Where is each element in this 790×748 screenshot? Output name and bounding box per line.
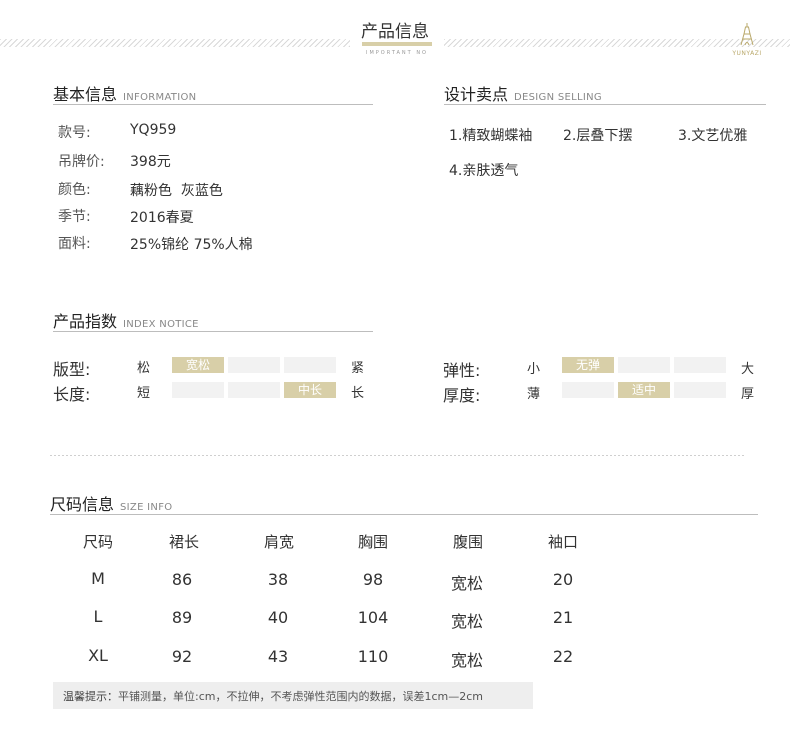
size-header-waist: 腹围 — [452, 533, 483, 551]
scale-length-seg-3: 中长 — [284, 382, 336, 398]
table-cell: 98 — [362, 570, 384, 589]
scale-thickness-seg-1 — [562, 382, 614, 398]
scale-elasticity-seg-2 — [618, 357, 670, 373]
size-header-bust: 胸围 — [357, 533, 388, 551]
selling-point-2: 2.层叠下摆 — [563, 128, 633, 144]
design-selling-title: 设计卖点 — [444, 85, 509, 104]
size-info-title: 尺码信息 — [50, 495, 115, 514]
table-cell: 20 — [552, 570, 574, 589]
scale-fit-label: 版型: — [53, 360, 91, 379]
info-value-style: YQ959 — [130, 122, 177, 138]
page-subtitle: IMPORTANT NO — [366, 50, 428, 56]
page-title: 产品信息 — [361, 22, 429, 42]
table-cell: L — [93, 607, 103, 626]
scale-length-seg-1 — [172, 382, 224, 398]
scale-elasticity-seg-1: 无弹 — [562, 357, 614, 373]
design-selling-rule — [444, 104, 766, 105]
scale-thickness-seg-3 — [674, 382, 726, 398]
basic-info-heading: 基本信息 INFORMATION — [53, 81, 196, 105]
brand-logo: YUNYAZI — [730, 22, 764, 57]
scale-elasticity-low: 小 — [527, 362, 541, 377]
size-info-rule — [50, 514, 758, 515]
table-cell: M — [91, 569, 105, 588]
table-cell: XL — [88, 646, 108, 665]
info-label-style: 款号: — [58, 125, 91, 141]
selling-point-1: 1.精致蝴蝶袖 — [449, 128, 533, 144]
scale-fit-high: 紧 — [351, 361, 365, 376]
index-notice-rule — [53, 331, 373, 332]
info-label-price: 吊牌价: — [58, 154, 105, 170]
size-info-title-en: SIZE INFO — [120, 502, 173, 513]
scale-thickness-high: 厚 — [741, 387, 755, 402]
size-header-size: 尺码 — [82, 533, 113, 551]
info-label-color: 颜色: — [58, 182, 91, 198]
measurement-note-label: 温馨提示： — [63, 690, 118, 703]
table-cell: 104 — [357, 608, 389, 627]
table-cell: 宽松 — [450, 612, 483, 631]
size-info-heading: 尺码信息 SIZE INFO — [50, 491, 172, 515]
basic-info-title-en: INFORMATION — [123, 92, 197, 103]
scale-length-seg-2 — [228, 382, 280, 398]
scale-length-low: 短 — [137, 386, 151, 401]
table-cell: 21 — [552, 608, 574, 627]
scale-length-label: 长度: — [53, 385, 91, 404]
scale-elasticity-high: 大 — [741, 362, 755, 377]
info-value-season: 2016春夏 — [130, 210, 194, 226]
table-cell: 40 — [267, 608, 289, 627]
size-header-shoulder: 肩宽 — [263, 533, 294, 551]
table-cell: 86 — [171, 570, 193, 589]
table-cell: 92 — [171, 647, 193, 666]
info-value-price: 398元 — [130, 154, 171, 170]
table-cell: 110 — [357, 647, 389, 666]
table-cell: 38 — [267, 570, 289, 589]
selling-point-4: 4.亲肤透气 — [449, 163, 519, 179]
section-divider — [50, 455, 746, 456]
info-value-fabric: 25%锦纶 75%人棉 — [130, 237, 253, 253]
basic-info-rule — [53, 104, 373, 105]
scale-thickness-low: 薄 — [527, 387, 541, 402]
info-label-fabric: 面料: — [58, 236, 91, 252]
size-header-cuff: 袖口 — [547, 533, 578, 551]
scale-fit-low: 松 — [137, 361, 151, 376]
size-header-length: 裙长 — [168, 533, 199, 551]
basic-info-title: 基本信息 — [53, 85, 118, 104]
table-cell: 宽松 — [450, 574, 483, 593]
table-cell: 22 — [552, 647, 574, 666]
scale-fit-seg-1: 宽松 — [172, 357, 224, 373]
scale-length-high: 长 — [351, 386, 365, 401]
eiffel-tower-icon — [740, 23, 754, 46]
measurement-note-text: 平铺测量，单位:cm，不拉伸，不考虑弹性范围内的数据，误差1cm—2cm — [118, 690, 483, 703]
table-cell: 89 — [171, 608, 193, 627]
index-notice-title-en: INDEX NOTICE — [123, 319, 199, 330]
scale-thickness-seg-2: 适中 — [618, 382, 670, 398]
design-selling-heading: 设计卖点 DESIGN SELLING — [444, 81, 602, 105]
selling-point-3: 3.文艺优雅 — [678, 128, 748, 144]
table-cell: 宽松 — [450, 651, 483, 670]
scale-elasticity-seg-3 — [674, 357, 726, 373]
info-label-season: 季节: — [58, 209, 91, 225]
index-notice-title: 产品指数 — [53, 312, 118, 331]
scale-fit-seg-2 — [228, 357, 280, 373]
measurement-note: 温馨提示：平铺测量，单位:cm，不拉伸，不考虑弹性范围内的数据，误差1cm—2c… — [63, 688, 483, 704]
brand-logo-text: YUNYAZI — [732, 50, 762, 57]
scale-thickness-label: 厚度: — [443, 386, 481, 405]
index-notice-heading: 产品指数 INDEX NOTICE — [53, 308, 199, 332]
table-cell: 43 — [267, 647, 289, 666]
scale-fit-seg-3 — [284, 357, 336, 373]
title-underline — [362, 42, 432, 46]
scale-elasticity-label: 弹性: — [443, 361, 481, 380]
info-value-color: 藕粉色 灰蓝色 — [130, 183, 223, 199]
design-selling-title-en: DESIGN SELLING — [514, 92, 602, 103]
